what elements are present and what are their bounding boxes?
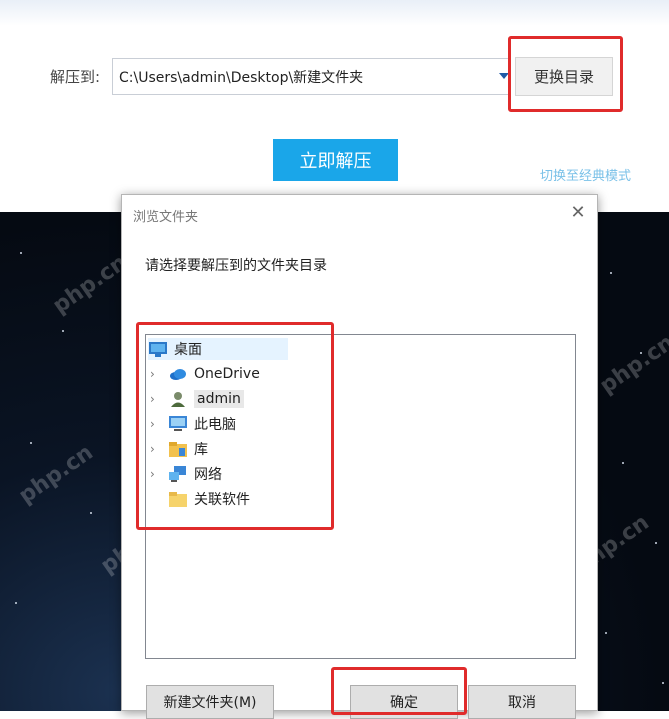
chevron-right-icon[interactable]: › bbox=[150, 442, 160, 456]
tree-item-this-pc[interactable]: › 此电脑 bbox=[150, 413, 236, 435]
tree-item-admin[interactable]: › admin bbox=[150, 388, 244, 410]
dropdown-arrow-icon[interactable] bbox=[499, 73, 509, 79]
watermark: php.cn bbox=[14, 440, 98, 509]
cancel-button[interactable]: 取消 bbox=[468, 685, 576, 719]
folder-icon bbox=[168, 490, 188, 508]
cloud-icon bbox=[168, 365, 188, 383]
dialog-title: 浏览文件夹 bbox=[133, 210, 199, 225]
tree-item-onedrive[interactable]: › OneDrive bbox=[150, 363, 260, 385]
top-strip bbox=[0, 0, 669, 26]
extract-path-value[interactable]: C:\Users\admin\Desktop\新建文件夹 bbox=[119, 67, 363, 87]
library-icon bbox=[168, 440, 188, 458]
extract-now-button[interactable]: 立即解压 bbox=[273, 139, 398, 181]
tree-item-desktop[interactable]: 桌面 bbox=[148, 338, 288, 360]
watermark: php.cn bbox=[48, 250, 132, 319]
extract-panel: 解压到: C:\Users\admin\Desktop\新建文件夹 更换目录 立… bbox=[0, 0, 669, 212]
tree-item-library[interactable]: › 库 bbox=[150, 438, 208, 460]
tree-item-label: 此电脑 bbox=[194, 417, 236, 433]
computer-icon bbox=[168, 415, 188, 433]
chevron-right-icon[interactable]: › bbox=[150, 417, 160, 431]
dialog-instruction: 请选择要解压到的文件夹目录 bbox=[145, 258, 327, 274]
network-icon bbox=[168, 465, 188, 483]
extract-to-label: 解压到: bbox=[50, 68, 101, 86]
tree-item-label: admin bbox=[194, 390, 244, 408]
chevron-right-icon[interactable]: › bbox=[150, 367, 160, 381]
tree-item-network[interactable]: › 网络 bbox=[150, 463, 222, 485]
new-folder-button[interactable]: 新建文件夹(M) bbox=[146, 685, 274, 719]
chevron-right-icon[interactable]: › bbox=[150, 392, 160, 406]
extract-path-combo[interactable]: C:\Users\admin\Desktop\新建文件夹 bbox=[112, 58, 511, 95]
watermark: php.cn bbox=[595, 330, 669, 399]
tree-item-label: 桌面 bbox=[174, 342, 202, 358]
close-icon[interactable]: ✕ bbox=[569, 204, 587, 222]
chevron-right-icon[interactable]: › bbox=[150, 467, 160, 481]
tree-item-linked-software[interactable]: 关联软件 bbox=[168, 488, 250, 510]
browse-folder-dialog: 浏览文件夹 ✕ 请选择要解压到的文件夹目录 桌面 › OneDrive › ad… bbox=[121, 194, 598, 719]
change-directory-button[interactable]: 更换目录 bbox=[515, 57, 613, 96]
desktop-icon bbox=[148, 340, 168, 358]
user-icon bbox=[168, 390, 188, 408]
tree-item-label: OneDrive bbox=[194, 366, 260, 382]
ok-button[interactable]: 确定 bbox=[350, 685, 458, 719]
tree-item-label: 网络 bbox=[194, 467, 222, 483]
tree-item-label: 库 bbox=[194, 442, 208, 458]
tree-item-label: 关联软件 bbox=[194, 492, 250, 508]
classic-mode-link[interactable]: 切换至经典模式 bbox=[540, 165, 631, 184]
folder-tree[interactable]: 桌面 › OneDrive › admin › 此电脑 › 库 › 网络 关联软… bbox=[145, 334, 576, 659]
